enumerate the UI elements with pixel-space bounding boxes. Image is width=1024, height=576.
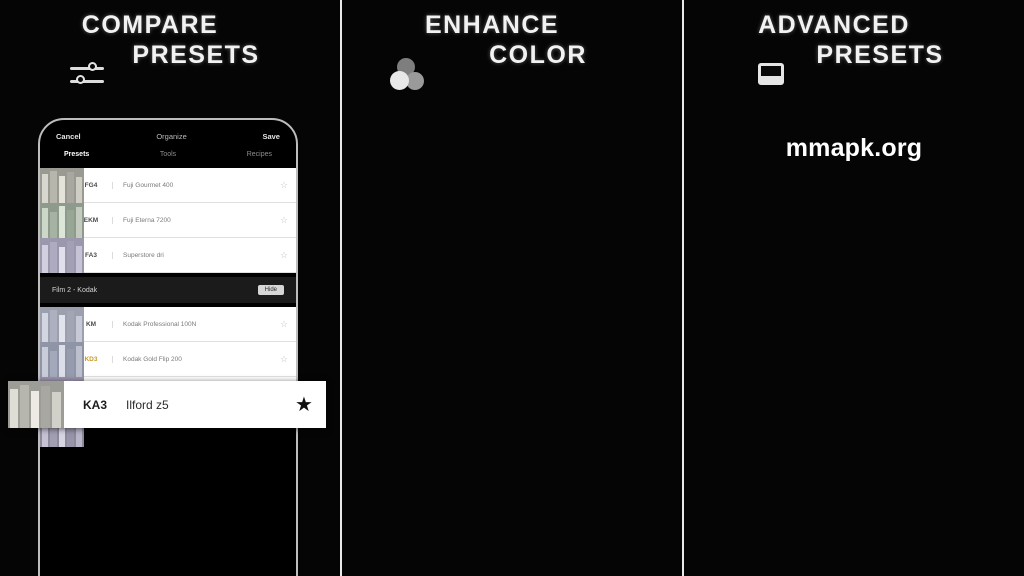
- preset-thumbnail: [40, 238, 84, 273]
- panel-advanced-presets: ADVANCED PRESETS mmapk.org: [684, 0, 1024, 576]
- highlighted-preset-code: KA3: [82, 397, 107, 412]
- three-circles-icon: [388, 58, 428, 94]
- sliders-icon: [68, 58, 108, 94]
- square-icon: [758, 58, 798, 94]
- highlighted-preset-row[interactable]: KA3 Ilford z5 ★: [8, 381, 326, 428]
- panel-1-heading: COMPARE PRESETS: [0, 10, 340, 110]
- preset-thumbnail: [40, 203, 84, 238]
- app-tabs: Presets Tools Recipes: [40, 143, 296, 164]
- thumbnail-column-top: [40, 168, 84, 273]
- preset-name: Kodak Professional 100N: [112, 320, 272, 328]
- preset-name: Kodak Gold Flip 200: [112, 355, 272, 363]
- preset-name: Fuji Eterna 7200: [112, 216, 272, 224]
- panel-1-heading-line2: PRESETS: [132, 41, 260, 69]
- tab-recipes[interactable]: Recipes: [247, 151, 272, 158]
- panel-3-heading-line2: PRESETS: [816, 41, 944, 69]
- watermark: mmapk.org: [785, 134, 923, 162]
- star-icon[interactable]: ☆: [272, 319, 296, 330]
- screenshot-gallery: COMPARE PRESETS Cancel Organize Save Pre…: [0, 0, 1024, 576]
- panel-compare-presets: COMPARE PRESETS Cancel Organize Save Pre…: [0, 0, 340, 576]
- table-row[interactable]: FG4 Fuji Gourmet 400 ☆: [70, 168, 296, 203]
- save-button[interactable]: Save: [262, 132, 280, 141]
- cancel-button[interactable]: Cancel: [56, 132, 81, 141]
- preset-thumbnail: [40, 307, 84, 342]
- star-icon[interactable]: ☆: [272, 354, 296, 365]
- preset-thumbnail: [40, 168, 84, 203]
- panel-3-heading: ADVANCED PRESETS: [684, 10, 1024, 110]
- app-navbar: Cancel Organize Save: [40, 120, 296, 143]
- preset-rows-top: FG4 Fuji Gourmet 400 ☆ EKM Fuji Eterna 7…: [70, 168, 296, 273]
- preset-name: Superstore dri: [112, 251, 272, 259]
- table-row[interactable]: KM Kodak Professional 100N ☆: [70, 307, 296, 342]
- panel-enhance-color: ENHANCE COLOR: [342, 0, 682, 576]
- panel-2-heading-line1: ENHANCE: [424, 11, 560, 39]
- star-icon[interactable]: ☆: [272, 250, 296, 261]
- table-row[interactable]: FA3 Superstore dri ☆: [70, 238, 296, 273]
- hide-button[interactable]: Hide: [257, 285, 284, 295]
- tab-presets[interactable]: Presets: [64, 151, 89, 158]
- star-icon[interactable]: ☆: [272, 215, 296, 226]
- table-row[interactable]: KD3 Kodak Gold Flip 200 ☆: [70, 342, 296, 377]
- preset-name: Fuji Gourmet 400: [112, 181, 272, 189]
- preset-list-top: FG4 Fuji Gourmet 400 ☆ EKM Fuji Eterna 7…: [40, 168, 296, 273]
- section-title: Film 2 - Kodak: [52, 286, 98, 294]
- highlighted-preset-thumbnail: [8, 381, 64, 428]
- section-header-film-kodak: Film 2 - Kodak Hide: [40, 277, 296, 303]
- tab-tools[interactable]: Tools: [160, 151, 176, 158]
- star-icon[interactable]: ☆: [272, 180, 296, 191]
- highlighted-preset-name: Ilford z5: [126, 397, 169, 412]
- organize-button[interactable]: Organize: [156, 132, 186, 141]
- table-row[interactable]: EKM Fuji Eterna 7200 ☆: [70, 203, 296, 238]
- panel-1-heading-line1: COMPARE: [81, 11, 219, 39]
- star-icon-filled[interactable]: ★: [282, 392, 326, 417]
- phone-frame-1: Cancel Organize Save Presets Tools Recip…: [38, 118, 298, 576]
- preset-thumbnail: [40, 342, 84, 377]
- panel-3-heading-line1: ADVANCED: [758, 11, 910, 39]
